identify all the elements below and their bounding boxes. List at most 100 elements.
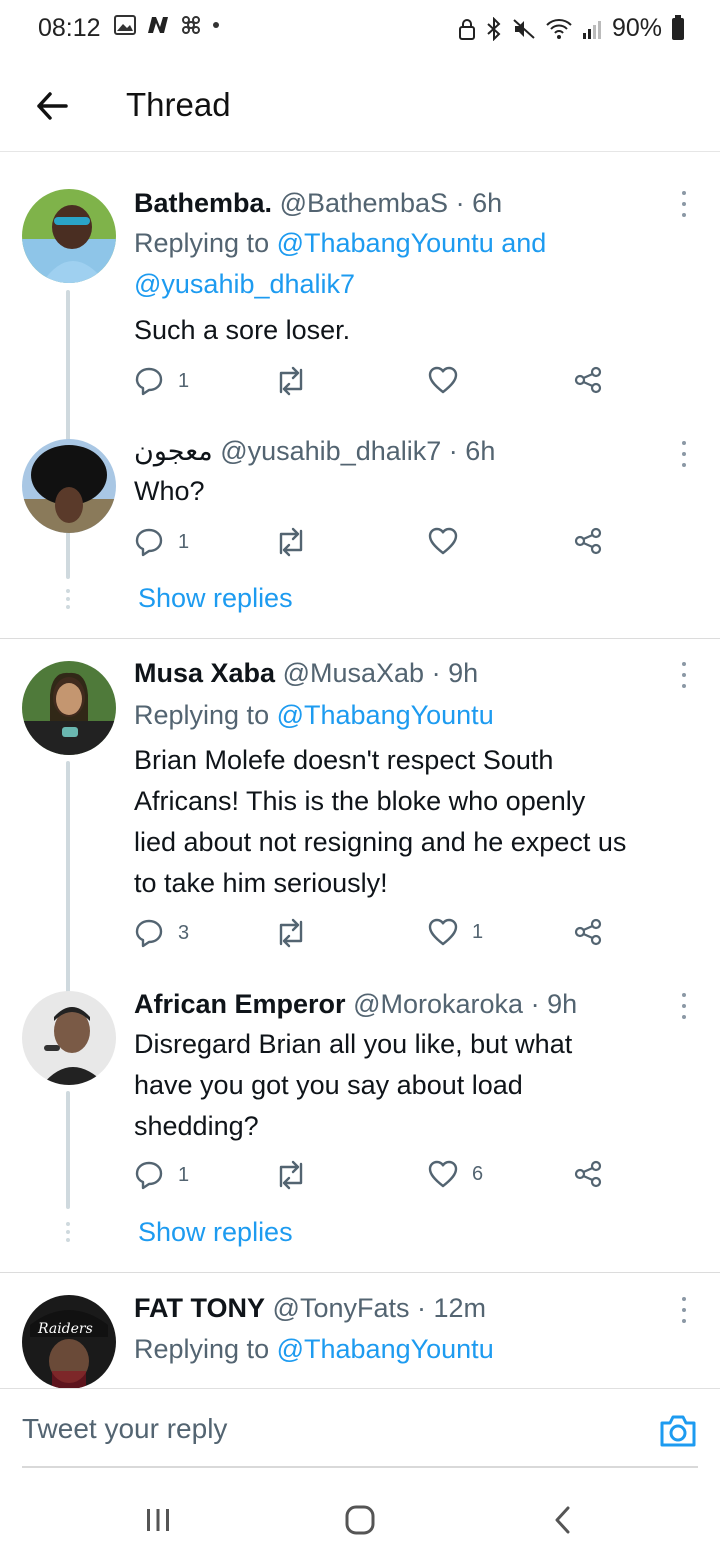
avatar[interactable] bbox=[22, 661, 116, 755]
avatar-image bbox=[22, 991, 116, 1085]
share-icon bbox=[574, 366, 602, 394]
handle[interactable]: @yusahib_dhalik7 bbox=[220, 436, 441, 466]
like-button[interactable] bbox=[428, 527, 472, 555]
tweet-actions: 3 1 bbox=[134, 918, 614, 954]
avatar[interactable]: Raiders bbox=[22, 1295, 116, 1388]
avatar-image bbox=[22, 439, 116, 533]
avatar[interactable] bbox=[22, 189, 116, 283]
camera-button[interactable] bbox=[658, 1413, 698, 1449]
home-icon bbox=[345, 1505, 375, 1535]
battery-icon bbox=[672, 14, 684, 40]
like-count: 1 bbox=[472, 920, 484, 943]
reply-composer bbox=[0, 1388, 720, 1469]
n-icon bbox=[148, 17, 168, 33]
show-replies-link[interactable]: Show replies bbox=[138, 1217, 293, 1248]
mention-link[interactable]: @ThabangYountu bbox=[277, 1334, 494, 1364]
composer-underline bbox=[22, 1466, 698, 1468]
retweet-icon bbox=[279, 918, 303, 948]
camera-icon bbox=[660, 1415, 696, 1447]
reply-button[interactable]: 1 bbox=[134, 1160, 189, 1190]
reply-count: 1 bbox=[178, 1163, 190, 1186]
reply-count: 1 bbox=[178, 369, 190, 392]
share-button[interactable] bbox=[574, 366, 602, 394]
display-name[interactable]: معجون bbox=[134, 436, 213, 466]
more-options-button[interactable] bbox=[676, 189, 692, 219]
avatar-image bbox=[22, 661, 116, 755]
tweet-actions: 1 bbox=[134, 366, 614, 402]
tweet-header: FAT TONY @TonyFats · 12m bbox=[134, 1293, 487, 1323]
timestamp: 6h bbox=[465, 436, 496, 466]
retweet-button[interactable] bbox=[274, 918, 322, 948]
heart-icon bbox=[428, 527, 458, 555]
home-button[interactable] bbox=[340, 1500, 380, 1540]
heart-icon bbox=[428, 1160, 458, 1188]
reply-icon bbox=[135, 528, 163, 557]
timestamp: 9h bbox=[547, 989, 578, 1019]
back-chevron-icon bbox=[555, 1506, 570, 1534]
timestamp: 9h bbox=[448, 658, 479, 688]
like-button[interactable]: 1 bbox=[428, 918, 483, 946]
tweet-actions: 1 bbox=[134, 527, 614, 563]
retweet-button[interactable] bbox=[274, 527, 322, 557]
timestamp: 12m bbox=[433, 1293, 487, 1323]
retweet-button[interactable] bbox=[274, 366, 322, 396]
recents-icon bbox=[147, 1509, 169, 1531]
more-options-button[interactable] bbox=[676, 1295, 692, 1325]
thread-dots bbox=[66, 589, 70, 609]
reply-icon bbox=[135, 1161, 163, 1190]
share-icon bbox=[574, 1160, 602, 1188]
display-name[interactable]: Bathemba. bbox=[134, 188, 272, 218]
top-bar: Thread bbox=[0, 62, 720, 152]
tweet-text: Disregard Brian all you like, but what h… bbox=[134, 1029, 573, 1141]
show-replies-link[interactable]: Show replies bbox=[138, 583, 293, 614]
mention-link[interactable]: @yusahib_dhalik7 bbox=[134, 269, 355, 299]
avatar[interactable] bbox=[22, 991, 116, 1085]
divider bbox=[0, 1272, 720, 1273]
retweet-icon bbox=[279, 366, 303, 396]
reply-button[interactable]: 1 bbox=[134, 527, 189, 557]
signal-icon bbox=[582, 20, 601, 39]
timestamp: 6h bbox=[472, 188, 503, 218]
recents-button[interactable] bbox=[138, 1500, 178, 1540]
more-options-button[interactable] bbox=[676, 991, 692, 1021]
retweet-button[interactable] bbox=[274, 1160, 322, 1190]
tweet-header: African Emperor @Morokaroka · 9h bbox=[134, 989, 578, 1019]
like-button[interactable] bbox=[428, 366, 472, 394]
avatar[interactable] bbox=[22, 439, 116, 533]
share-button[interactable] bbox=[574, 527, 602, 555]
share-icon bbox=[574, 527, 602, 555]
display-name[interactable]: Musa Xaba bbox=[134, 658, 275, 688]
nav-back-button[interactable] bbox=[542, 1500, 582, 1540]
more-options-button[interactable] bbox=[676, 439, 692, 469]
bluetooth-icon bbox=[487, 16, 501, 41]
handle[interactable]: @TonyFats bbox=[273, 1293, 410, 1323]
reply-input[interactable] bbox=[0, 1389, 720, 1469]
handle[interactable]: @MusaXab bbox=[283, 658, 424, 688]
mention-link[interactable]: @ThabangYountu and bbox=[277, 228, 547, 258]
wifi-icon bbox=[546, 18, 572, 39]
thread-feed[interactable]: Bathemba. @BathembaS · 6h Replying to @T… bbox=[0, 153, 720, 1388]
display-name[interactable]: African Emperor bbox=[134, 989, 346, 1019]
share-button[interactable] bbox=[574, 1160, 602, 1188]
share-button[interactable] bbox=[574, 918, 602, 946]
tweet-text: Such a sore loser. bbox=[134, 315, 351, 345]
display-name[interactable]: FAT TONY bbox=[134, 1293, 265, 1323]
avatar-image bbox=[22, 189, 116, 283]
handle[interactable]: @BathembaS bbox=[280, 188, 449, 218]
handle[interactable]: @Morokaroka bbox=[353, 989, 523, 1019]
svg-text:Raiders: Raiders bbox=[37, 1321, 93, 1337]
battery-percent: 90% bbox=[611, 14, 662, 42]
lock-icon bbox=[458, 18, 475, 40]
like-button[interactable]: 6 bbox=[428, 1160, 483, 1188]
reply-button[interactable]: 1 bbox=[134, 366, 189, 396]
dot-icon bbox=[213, 22, 219, 28]
thread-dots bbox=[66, 1222, 70, 1242]
reply-icon bbox=[135, 919, 163, 948]
mention-link[interactable]: @ThabangYountu bbox=[277, 700, 494, 730]
more-options-button[interactable] bbox=[676, 660, 692, 690]
reply-button[interactable]: 3 bbox=[134, 918, 189, 948]
retweet-icon bbox=[279, 1160, 303, 1190]
back-button[interactable] bbox=[30, 84, 74, 128]
replying-to: Replying to @ThabangYountu and @yusahib_… bbox=[134, 228, 547, 299]
tweet-text: Who? bbox=[134, 476, 205, 506]
